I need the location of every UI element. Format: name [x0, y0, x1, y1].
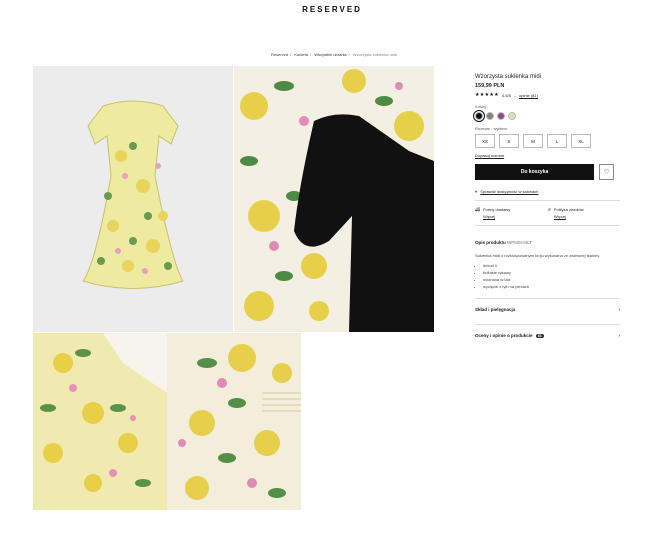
delivery-title: Formy dostawy — [483, 207, 511, 212]
breadcrumb: Reserved / Kobieta / Wszystkie ubrania / Wz… — [271, 52, 397, 57]
size-guide-link[interactable]: Dopasuj rozmiar — [475, 153, 620, 158]
color-swatch-taupe[interactable] — [486, 112, 494, 120]
chevron-right-icon: › — [618, 333, 621, 338]
location-pin-icon: ⌖ — [475, 189, 478, 194]
product-info: Wzorzysta sukienka midi 159,99 PLN ★★★★★… — [473, 74, 620, 338]
breadcrumb-item[interactable]: Wszystkie ubrania — [314, 52, 346, 57]
feature-item: dekolt V — [483, 263, 620, 268]
reviews-count-badge: 81 — [535, 334, 544, 338]
colors-label: Kolory — [475, 104, 487, 109]
color-swatch-purple[interactable] — [497, 112, 505, 120]
product-price: 159,99 PLN — [475, 83, 505, 89]
feature-item: bufiaste rękawy — [483, 270, 620, 275]
size-option-l[interactable]: L — [547, 134, 567, 148]
logo[interactable]: RESERVED — [0, 5, 664, 14]
rating-value: 4.5/5 — [501, 92, 511, 98]
dress-front-photo[interactable] — [33, 66, 233, 332]
delivery-returns: 🚚︎ Formy dostawy Więcej ↺ Polityka zwrot… — [475, 200, 620, 226]
product-description: Sukienka midi o rozkloszowanym kroju wyk… — [475, 253, 601, 258]
rating-stars: ★★★★★ — [475, 92, 499, 98]
chevron-right-icon: › — [618, 307, 621, 312]
reviews-link[interactable]: opinie (81) — [519, 93, 538, 98]
availability-link[interactable]: ⌖ Sprawdź dostępność w salonach — [475, 189, 620, 194]
reviews-label: Oceny i opinie o produkcie — [475, 333, 533, 338]
size-options: XS S M L XL — [475, 134, 620, 148]
delivery-more-link[interactable]: Więcej — [483, 214, 510, 219]
returns-title: Polityka zwrotów — [553, 207, 584, 212]
color-swatch-black[interactable] — [473, 110, 485, 122]
size-option-xs[interactable]: XS — [475, 134, 495, 148]
size-label: Rozmiar - wybierz — [475, 126, 508, 131]
cart-row: Do koszyka ♡ — [475, 164, 620, 180]
heart-icon[interactable]: ♡ — [599, 164, 614, 180]
returns-more-link[interactable]: Więcej — [554, 214, 584, 219]
breadcrumb-item[interactable]: Kobieta — [294, 52, 308, 57]
truck-icon: 🚚︎ — [475, 207, 481, 212]
product-title: Wzorzysta sukienka midi — [475, 74, 542, 80]
rating-separator: – — [513, 92, 517, 98]
color-swatch-lemon[interactable] — [508, 112, 516, 120]
size-option-s[interactable]: S — [499, 134, 519, 148]
color-swatches — [473, 110, 620, 122]
reviews-accordion[interactable]: Oceny i opinie o produkcie 81 › — [475, 324, 620, 338]
feature-item: odcinana w talii — [483, 277, 620, 282]
delivery-info: 🚚︎ Formy dostawy Więcej — [475, 207, 548, 219]
care-label: Skład i pielęgnacja — [475, 307, 516, 312]
feature-list: dekolt V bufiaste rękawy odcinana w tali… — [475, 263, 620, 289]
feature-item: wycięcie z tyłu na plecach — [483, 284, 620, 289]
breadcrumb-current: Wzorzysta sukienka midi — [352, 52, 397, 57]
description-title: Opis produktu — [475, 240, 506, 245]
breadcrumb-item[interactable]: Reserved — [271, 52, 288, 57]
return-icon: ↺ — [547, 207, 551, 212]
add-to-cart-button[interactable]: Do koszyka — [475, 164, 594, 180]
care-accordion[interactable]: Skład i pielęgnacja › — [475, 298, 620, 312]
dress-detail-photo[interactable] — [33, 333, 167, 510]
dress-black-detail-photo[interactable] — [234, 66, 434, 332]
returns-info: ↺ Polityka zwrotów Więcej — [548, 207, 621, 219]
description-heading: Opis produktu WP608-MLT — [475, 240, 620, 245]
size-option-m[interactable]: M — [523, 134, 543, 148]
size-option-xl[interactable]: XL — [571, 134, 591, 148]
availability-label: Sprawdź dostępność w salonach — [480, 189, 539, 194]
product-code: WP608-MLT — [507, 240, 532, 245]
sleeve-detail-photo[interactable] — [167, 333, 301, 510]
rating-row: ★★★★★ 4.5/5 – opinie (81) — [475, 92, 620, 98]
